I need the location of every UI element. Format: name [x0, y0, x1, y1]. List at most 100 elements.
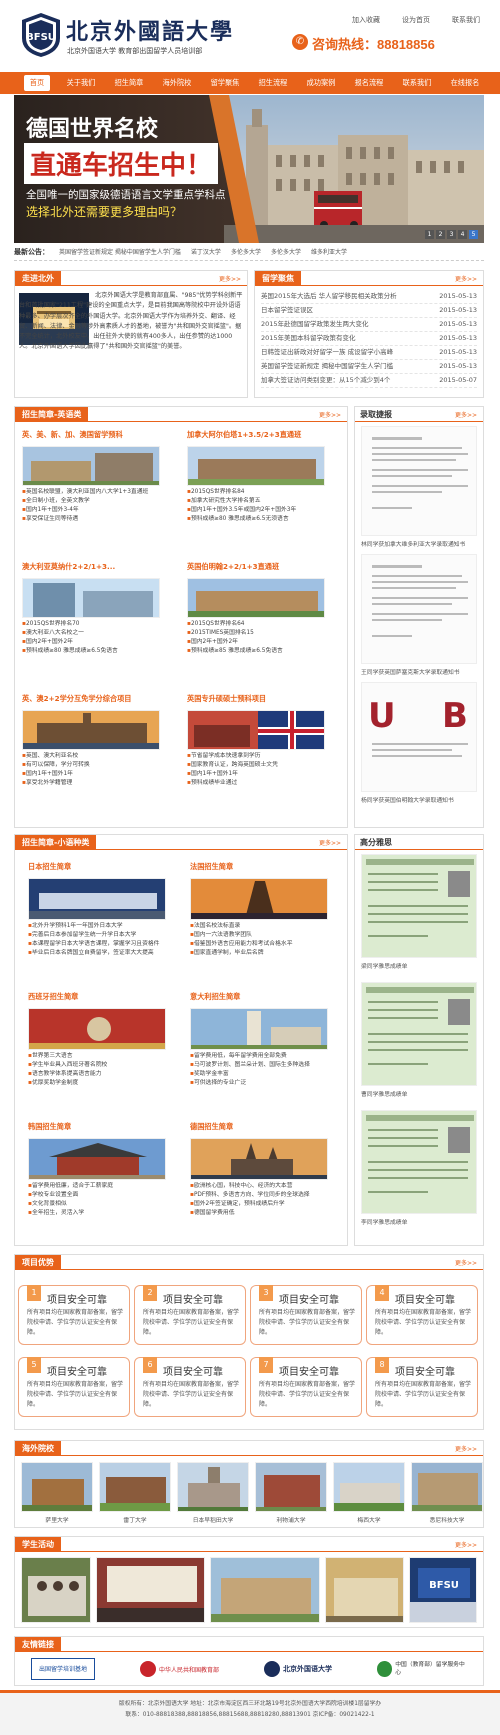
score-caption: 曹同学雅思成绩单	[361, 1092, 408, 1098]
news-row[interactable]: 英国2015年大选后 华人留学移民相关政策分析 2015-05-13	[261, 290, 477, 304]
activity-photo[interactable]	[21, 1557, 91, 1623]
advantage-card[interactable]: 4 项目安全可靠 所有项目均在国家教育部备案，留学院校申请、学位学历认证安全有保障。	[366, 1285, 478, 1345]
school-item[interactable]: 雷丁大学	[99, 1462, 172, 1524]
link-logo[interactable]: 中国（教育部）留学服务中心	[376, 1661, 467, 1677]
activity-photo[interactable]	[324, 1557, 405, 1623]
nav-apply-process[interactable]: 报名流程	[352, 75, 386, 91]
news-more-link[interactable]: 更多>>	[455, 274, 477, 283]
score-report-image[interactable]	[361, 854, 478, 959]
contact-link[interactable]: 联系我们	[452, 15, 480, 25]
program-photo	[22, 710, 161, 751]
banner-dot[interactable]: 3	[447, 230, 456, 239]
program-photo	[28, 1138, 167, 1181]
nav-brochure[interactable]: 招生简章	[112, 75, 146, 91]
score-caption: 梁同学雅思成绩单	[361, 964, 408, 970]
program-card[interactable]: 德国招生简章 欧洲核心国，科技中心、经济的大本营PDF预科、多语言方向、学位同步…	[190, 1122, 340, 1218]
program-card[interactable]: 韩国招生简章 留学费用低廉，适合于工薪家庭学校专业设置全面文化背景相似全年招生，…	[28, 1122, 178, 1218]
score-report-image[interactable]	[361, 982, 478, 1087]
news-row[interactable]: 英国留学签证新规定 揭秘中国留学生人学门槛 2015-05-13	[261, 360, 477, 374]
advantage-card[interactable]: 3 项目安全可靠 所有项目均在国家教育部备案，留学院校申请、学位学历认证安全有保障。	[250, 1285, 362, 1345]
banner-dot-active[interactable]: 5	[469, 230, 478, 239]
school-item[interactable]: 萨里大学	[21, 1462, 94, 1524]
offers-more-link[interactable]: 更多>>	[455, 410, 477, 419]
nav-overseas-schools[interactable]: 海外院校	[160, 75, 194, 91]
announcement-item[interactable]: 诺丁汉大学	[191, 247, 221, 256]
svg-text:B: B	[442, 696, 468, 736]
school-item[interactable]: 利物浦大学	[255, 1462, 328, 1524]
offer-letter-image[interactable]	[361, 554, 478, 665]
news-title: 留学聚焦	[255, 271, 301, 286]
program-card[interactable]: 澳大利亚莫纳什2+2/1+3... 2015QS世界排名70澳大利亚八大名校之一…	[22, 562, 172, 656]
program-card[interactable]: 法国招生简章 法国名校法标直录国内一六法语教学团队借鉴国外语言应用能力和考试合格…	[190, 862, 340, 958]
add-favorite-link[interactable]: 加入收藏	[352, 15, 380, 25]
program-card[interactable]: 日本招生简章 北外升学预科1年一年国外日本大学完善后日本参加留学生统一升学日本大…	[28, 862, 178, 958]
link-logo[interactable]: 出国留学培训基地	[31, 1658, 95, 1680]
banner-dot[interactable]: 4	[458, 230, 467, 239]
advantage-card[interactable]: 7 项目安全可靠 所有项目均在国家教育部备案，留学院校申请、学位学历认证安全有保障。	[250, 1357, 362, 1417]
program-card[interactable]: 西班牙招生简章 世界第三大语言学生毕业具入西班牙著名院校语言教学体系提高语言能力…	[28, 992, 178, 1088]
activity-photo[interactable]	[95, 1557, 206, 1623]
program-title: 意大利招生简章	[190, 992, 241, 1001]
advantage-card[interactable]: 1 项目安全可靠 所有项目均在国家教育部备案，留学院校申请、学位学历认证安全有保障。	[18, 1285, 130, 1345]
announcement-item[interactable]: 多伦多大学	[271, 247, 301, 256]
school-photo	[333, 1462, 406, 1513]
school-item[interactable]: 悉尼科技大学	[411, 1462, 484, 1524]
program-card[interactable]: 加拿大阿尔伯塔1+3.5/2+3直通班 2015QS世界排名84加拿大研究性大学…	[187, 430, 337, 524]
programs-small-more-link[interactable]: 更多>>	[319, 838, 341, 847]
schools-more-link[interactable]: 更多>>	[455, 1444, 477, 1453]
nav-cases[interactable]: 成功案例	[304, 75, 338, 91]
activities-more-link[interactable]: 更多>>	[455, 1540, 477, 1549]
set-homepage-link[interactable]: 设为首页	[402, 15, 430, 25]
advantage-card[interactable]: 6 项目安全可靠 所有项目均在国家教育部备案，留学院校申请、学位学历认证安全有保障。	[134, 1357, 246, 1417]
link-logo[interactable]: 北京外国语大学	[263, 1661, 332, 1677]
nav-about[interactable]: 关于我们	[64, 75, 98, 91]
school-item[interactable]: 梅西大学	[333, 1462, 406, 1524]
nav-home[interactable]: 首页	[24, 75, 50, 91]
announcement-item[interactable]: 英国留学签证新规定 揭秘中国留学生人学门槛	[59, 247, 181, 256]
advantage-card[interactable]: 5 项目安全可靠 所有项目均在国家教育部备案，留学院校申请、学位学历认证安全有保障。	[18, 1357, 130, 1417]
offer-letter-image[interactable]	[361, 426, 478, 537]
school-item[interactable]: 日本早稻田大学	[177, 1462, 250, 1524]
news-row[interactable]: 加拿大签证访问类别变更：从15个减少到4个 2015-05-07	[261, 374, 477, 388]
activity-photo[interactable]	[210, 1557, 320, 1623]
intro-more-link[interactable]: 更多>>	[219, 274, 241, 283]
announcement-item[interactable]: 多伦多大学	[231, 247, 261, 256]
offer-caption: 林同学获加拿大维多利亚大学录取通知书	[361, 542, 466, 548]
program-card[interactable]: 英国伯明翰2+2/1+3直通班 2015QS世界排名642015TIMES英国排…	[187, 562, 337, 656]
offer-caption: 杨同学获英国伯明翰大学录取通知书	[361, 798, 454, 804]
advantages-more-link[interactable]: 更多>>	[455, 1258, 477, 1267]
nav-contact[interactable]: 联系我们	[400, 75, 434, 91]
score-report-image[interactable]	[361, 1110, 478, 1215]
announcement-bar: 最新公告： 英国留学签证新规定 揭秘中国留学生人学门槛 诺丁汉大学 多伦多大学 …	[14, 243, 484, 261]
program-card[interactable]: 英、澳2+2学分互免学分综合项目 英国、澳大利亚名校有可以保障，学分可转换国内1…	[22, 694, 172, 788]
offer-letter-image[interactable]: UB	[361, 682, 478, 793]
activities-box: 学生活动 更多>> BFSU	[14, 1536, 484, 1628]
programs-en-more-link[interactable]: 更多>>	[319, 410, 341, 419]
news-row[interactable]: 2015年美国本科留学政策有变化 2015-05-13	[261, 332, 477, 346]
svg-text:U: U	[368, 696, 396, 736]
offers-box: 录取捷报 更多>> 林同学获加拿大维多利亚大学录取通知书 王同学获英国萨塞克斯大学…	[354, 406, 484, 828]
banner-dot[interactable]: 2	[436, 230, 445, 239]
announcement-item[interactable]: 维多利亚大学	[311, 247, 347, 256]
link-logo[interactable]: 中华人民共和国教育部	[139, 1661, 219, 1677]
program-card[interactable]: 意大利招生简章 留学费用低，每年留学费用全部免费马可波罗计划、图兰朵计划、国际生…	[190, 992, 340, 1088]
nav-focus[interactable]: 留学聚焦	[208, 75, 242, 91]
news-row[interactable]: 日本留学签证误区 2015-05-13	[261, 304, 477, 318]
program-card[interactable]: 英、美、新、加、澳国留学预科 英国名校联盟，澳大利亚国内八大学1+3直通班全日制…	[22, 430, 172, 524]
program-title: 英国专升硕硕士预科项目	[187, 694, 267, 703]
footer-copyright: 版权所有：北京外国语大学 地址：北京市海淀区西三环北路19号北京外国语大学西院培…	[118, 1701, 382, 1707]
activity-photo[interactable]: BFSU	[409, 1557, 478, 1623]
nav-online-apply[interactable]: 在线报名	[448, 75, 482, 91]
news-row[interactable]: 2015年赴德国留学政策发生两大变化 2015-05-13	[261, 318, 477, 332]
banner-dot[interactable]: 1	[425, 230, 434, 239]
news-row[interactable]: 日韩签证出新政对好留学一族 成设留学小高峰 2015-05-13	[261, 346, 477, 360]
program-card[interactable]: 英国专升硕硕士预科项目 节省留学成本快速拿到学历国家教育认证，跨海英国硕士文凭国…	[187, 694, 337, 788]
hero-banner[interactable]: 德国世界名校 直通车招生中！ 全国唯一的国家级德语语言文学重点学科点 选择北外还…	[14, 95, 484, 243]
nav-admission[interactable]: 招生流程	[256, 75, 290, 91]
advantage-card[interactable]: 8 项目安全可靠 所有项目均在国家教育部备案，留学院校申请、学位学历认证安全有保障。	[366, 1357, 478, 1417]
school-logo[interactable]: BFSU	[20, 12, 62, 58]
programs-small-title: 招生简章-小语种类	[15, 835, 97, 850]
school-photo	[255, 1462, 328, 1513]
advantage-card[interactable]: 2 项目安全可靠 所有项目均在国家教育部备案，留学院校申请、学位学历认证安全有保障。	[134, 1285, 246, 1345]
news-box: 留学聚焦 更多>> 英国2015年大选后 华人留学移民相关政策分析 2015-05-…	[254, 270, 484, 398]
